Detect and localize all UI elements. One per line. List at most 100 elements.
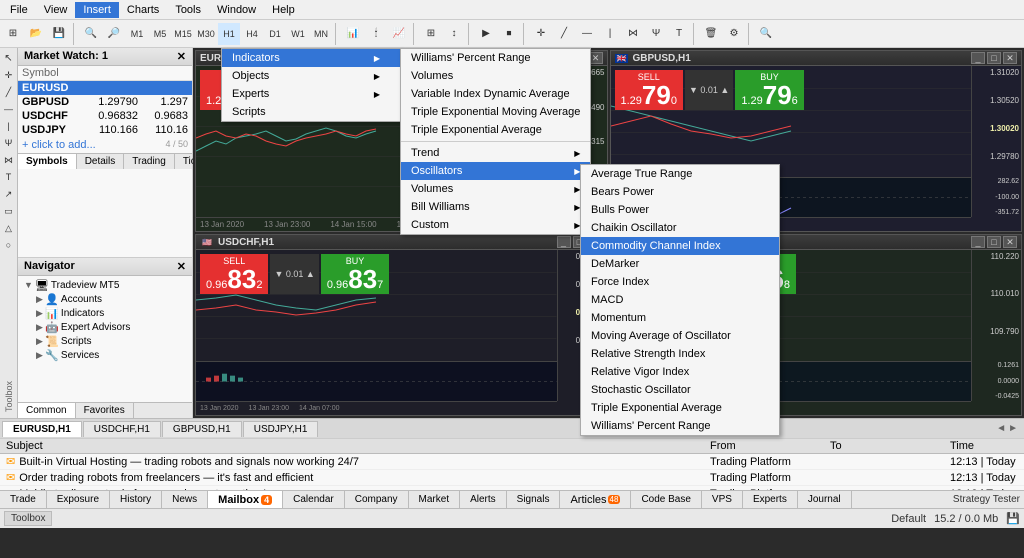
toolbox-fib[interactable]: Ψ [1, 135, 17, 151]
chart-usdjpy-close[interactable]: ✕ [1003, 236, 1017, 248]
bottom-tab-articles[interactable]: Articles 48 [560, 491, 631, 508]
chart-usdjpy-maximize[interactable]: □ [987, 236, 1001, 248]
toolbox-triangle[interactable]: △ [1, 220, 17, 236]
bottom-tab-trade[interactable]: Trade [0, 491, 47, 508]
navigator-close[interactable]: ✕ [177, 260, 186, 273]
bottom-tab-alerts[interactable]: Alerts [460, 491, 507, 508]
chart-gbpusd-minimize[interactable]: _ [971, 52, 985, 64]
osc-williams-pct[interactable]: Williams' Percent Range [581, 417, 779, 435]
toolbox-cursor[interactable]: ↖ [1, 50, 17, 66]
ind-billwilliams[interactable]: Bill Williams ▶ [401, 198, 590, 216]
osc-demarker[interactable]: DeMarker [581, 255, 779, 273]
ind-volumes[interactable]: Volumes [401, 67, 590, 85]
toolbox-toggle[interactable]: Toolbox [4, 511, 52, 526]
insert-objects[interactable]: Objects ▶ [222, 67, 400, 85]
bottom-tab-journal[interactable]: Journal [798, 491, 852, 508]
tb-zoom-out[interactable]: 🔎 [103, 23, 125, 45]
tb-draw-fib[interactable]: Ψ [645, 23, 667, 45]
tb-period-m30[interactable]: M30 [195, 23, 217, 45]
mw-row-usdjpy[interactable]: USDJPY 110.166 110.16 [18, 123, 192, 137]
chart-usdchf-minimize[interactable]: _ [557, 236, 571, 248]
mw-row-eurusd[interactable]: EURUSD [18, 81, 192, 95]
osc-cci[interactable]: Commodity Channel Index [581, 237, 779, 255]
menu-file[interactable]: File [2, 2, 36, 18]
osc-rvr[interactable]: Relative Vigor Index [581, 363, 779, 381]
insert-scripts[interactable]: Scripts [222, 103, 400, 121]
mw-tab-trading[interactable]: Trading [124, 154, 175, 169]
tb-expert-start[interactable]: ▶ [475, 23, 497, 45]
usdchf-buy[interactable]: BUY 0.96 83 7 [321, 254, 389, 294]
nav-item-tradeview[interactable]: ▼ 🖥 Tradeview MT5 [20, 278, 190, 292]
toolbox-crosshair[interactable]: ✛ [1, 67, 17, 83]
mail-row-2[interactable]: ✉Order trading robots from freelancers —… [0, 470, 1024, 486]
tb-draw-line[interactable]: ╱ [553, 23, 575, 45]
tb-chart-candle[interactable]: 🕯 [365, 23, 387, 45]
mail-row-1[interactable]: ✉Built-in Virtual Hosting — trading robo… [0, 454, 1024, 470]
bottom-tab-signals[interactable]: Signals [507, 491, 561, 508]
gbpusd-sell[interactable]: SELL 1.29 79 0 [615, 70, 683, 110]
toolbox-channel[interactable]: ⋈ [1, 152, 17, 168]
nav-item-experts[interactable]: ▶ 🤖 Expert Advisors [20, 320, 190, 334]
nav-tab-favorites[interactable]: Favorites [76, 403, 134, 418]
bottom-tab-codebase[interactable]: Code Base [631, 491, 701, 508]
tb-period-m15[interactable]: M15 [172, 23, 194, 45]
mw-row-usdchf[interactable]: USDCHF 0.96832 0.9683 [18, 109, 192, 123]
bottom-tab-vps[interactable]: VPS [702, 491, 743, 508]
tb-chart-line[interactable]: 📈 [388, 23, 410, 45]
insert-indicators[interactable]: Indicators ▶ [222, 49, 400, 67]
market-watch-close[interactable]: ✕ [177, 50, 186, 63]
tb-save[interactable]: 💾 [48, 23, 70, 45]
tb-period-h1[interactable]: H1 [218, 23, 240, 45]
osc-momentum[interactable]: Momentum [581, 309, 779, 327]
ind-vidya[interactable]: Variable Index Dynamic Average [401, 85, 590, 103]
toolbox-arrow[interactable]: ↗ [1, 186, 17, 202]
gbpusd-buy[interactable]: BUY 1.29 79 6 [735, 70, 803, 110]
nav-item-services[interactable]: ▶ 🔧 Services [20, 348, 190, 362]
osc-atr[interactable]: Average True Range [581, 165, 779, 183]
menu-view[interactable]: View [36, 2, 76, 18]
osc-bears[interactable]: Bears Power [581, 183, 779, 201]
bottom-tab-exposure[interactable]: Exposure [47, 491, 110, 508]
tb-new[interactable]: ⊞ [2, 23, 24, 45]
tb-draw-hline[interactable]: — [576, 23, 598, 45]
tb-chart-bar[interactable]: 📊 [342, 23, 364, 45]
insert-experts[interactable]: Experts ▶ [222, 85, 400, 103]
osc-mao[interactable]: Moving Average of Oscillator [581, 327, 779, 345]
mw-tab-symbols[interactable]: Symbols [18, 154, 77, 169]
bottom-tab-news[interactable]: News [162, 491, 208, 508]
ind-trend[interactable]: Trend ▶ [401, 144, 590, 162]
mw-row-gbpusd[interactable]: GBPUSD 1.29790 1.297 [18, 95, 192, 109]
nav-tab-common[interactable]: Common [18, 403, 76, 418]
tb-properties[interactable]: ⚙ [723, 23, 745, 45]
chart-gbpusd-maximize[interactable]: □ [987, 52, 1001, 64]
osc-force[interactable]: Force Index [581, 273, 779, 291]
bottom-tab-strategy[interactable]: Strategy Tester [949, 494, 1024, 505]
osc-rsi[interactable]: Relative Strength Index [581, 345, 779, 363]
bottom-tab-history[interactable]: History [110, 491, 162, 508]
menu-insert[interactable]: Insert [75, 2, 119, 18]
bottom-tab-experts[interactable]: Experts [743, 491, 798, 508]
nav-item-scripts[interactable]: ▶ 📜 Scripts [20, 334, 190, 348]
toolbox-line[interactable]: ╱ [1, 84, 17, 100]
ind-custom[interactable]: Custom ▶ [401, 216, 590, 234]
menu-tools[interactable]: Tools [167, 2, 209, 18]
tb-expert-stop[interactable]: ⏹ [498, 23, 520, 45]
toolbox-text[interactable]: T [1, 169, 17, 185]
tb-zoom-in[interactable]: 🔍 [80, 23, 102, 45]
nav-item-accounts[interactable]: ▶ 👤 Accounts [20, 292, 190, 306]
tb-draw-text[interactable]: T [668, 23, 690, 45]
tb-crosshair[interactable]: ✛ [530, 23, 552, 45]
ind-volumes2[interactable]: Volumes ▶ [401, 180, 590, 198]
add-symbol-btn[interactable]: + click to add... 4 / 50 [18, 137, 192, 153]
toolbox-rectangle[interactable]: ▭ [1, 203, 17, 219]
toolbox-hline[interactable]: — [1, 101, 17, 117]
tb-search[interactable]: 🔍 [755, 23, 777, 45]
tb-draw-channel[interactable]: ⋈ [622, 23, 644, 45]
chart-prev-btn[interactable]: ◄ [996, 423, 1006, 434]
tb-draw-vline[interactable]: | [599, 23, 621, 45]
mw-tab-details[interactable]: Details [77, 154, 125, 169]
menu-charts[interactable]: Charts [119, 2, 167, 18]
toolbox-vline[interactable]: | [1, 118, 17, 134]
chart-usdjpy-minimize[interactable]: _ [971, 236, 985, 248]
tb-period-m5[interactable]: M5 [149, 23, 171, 45]
